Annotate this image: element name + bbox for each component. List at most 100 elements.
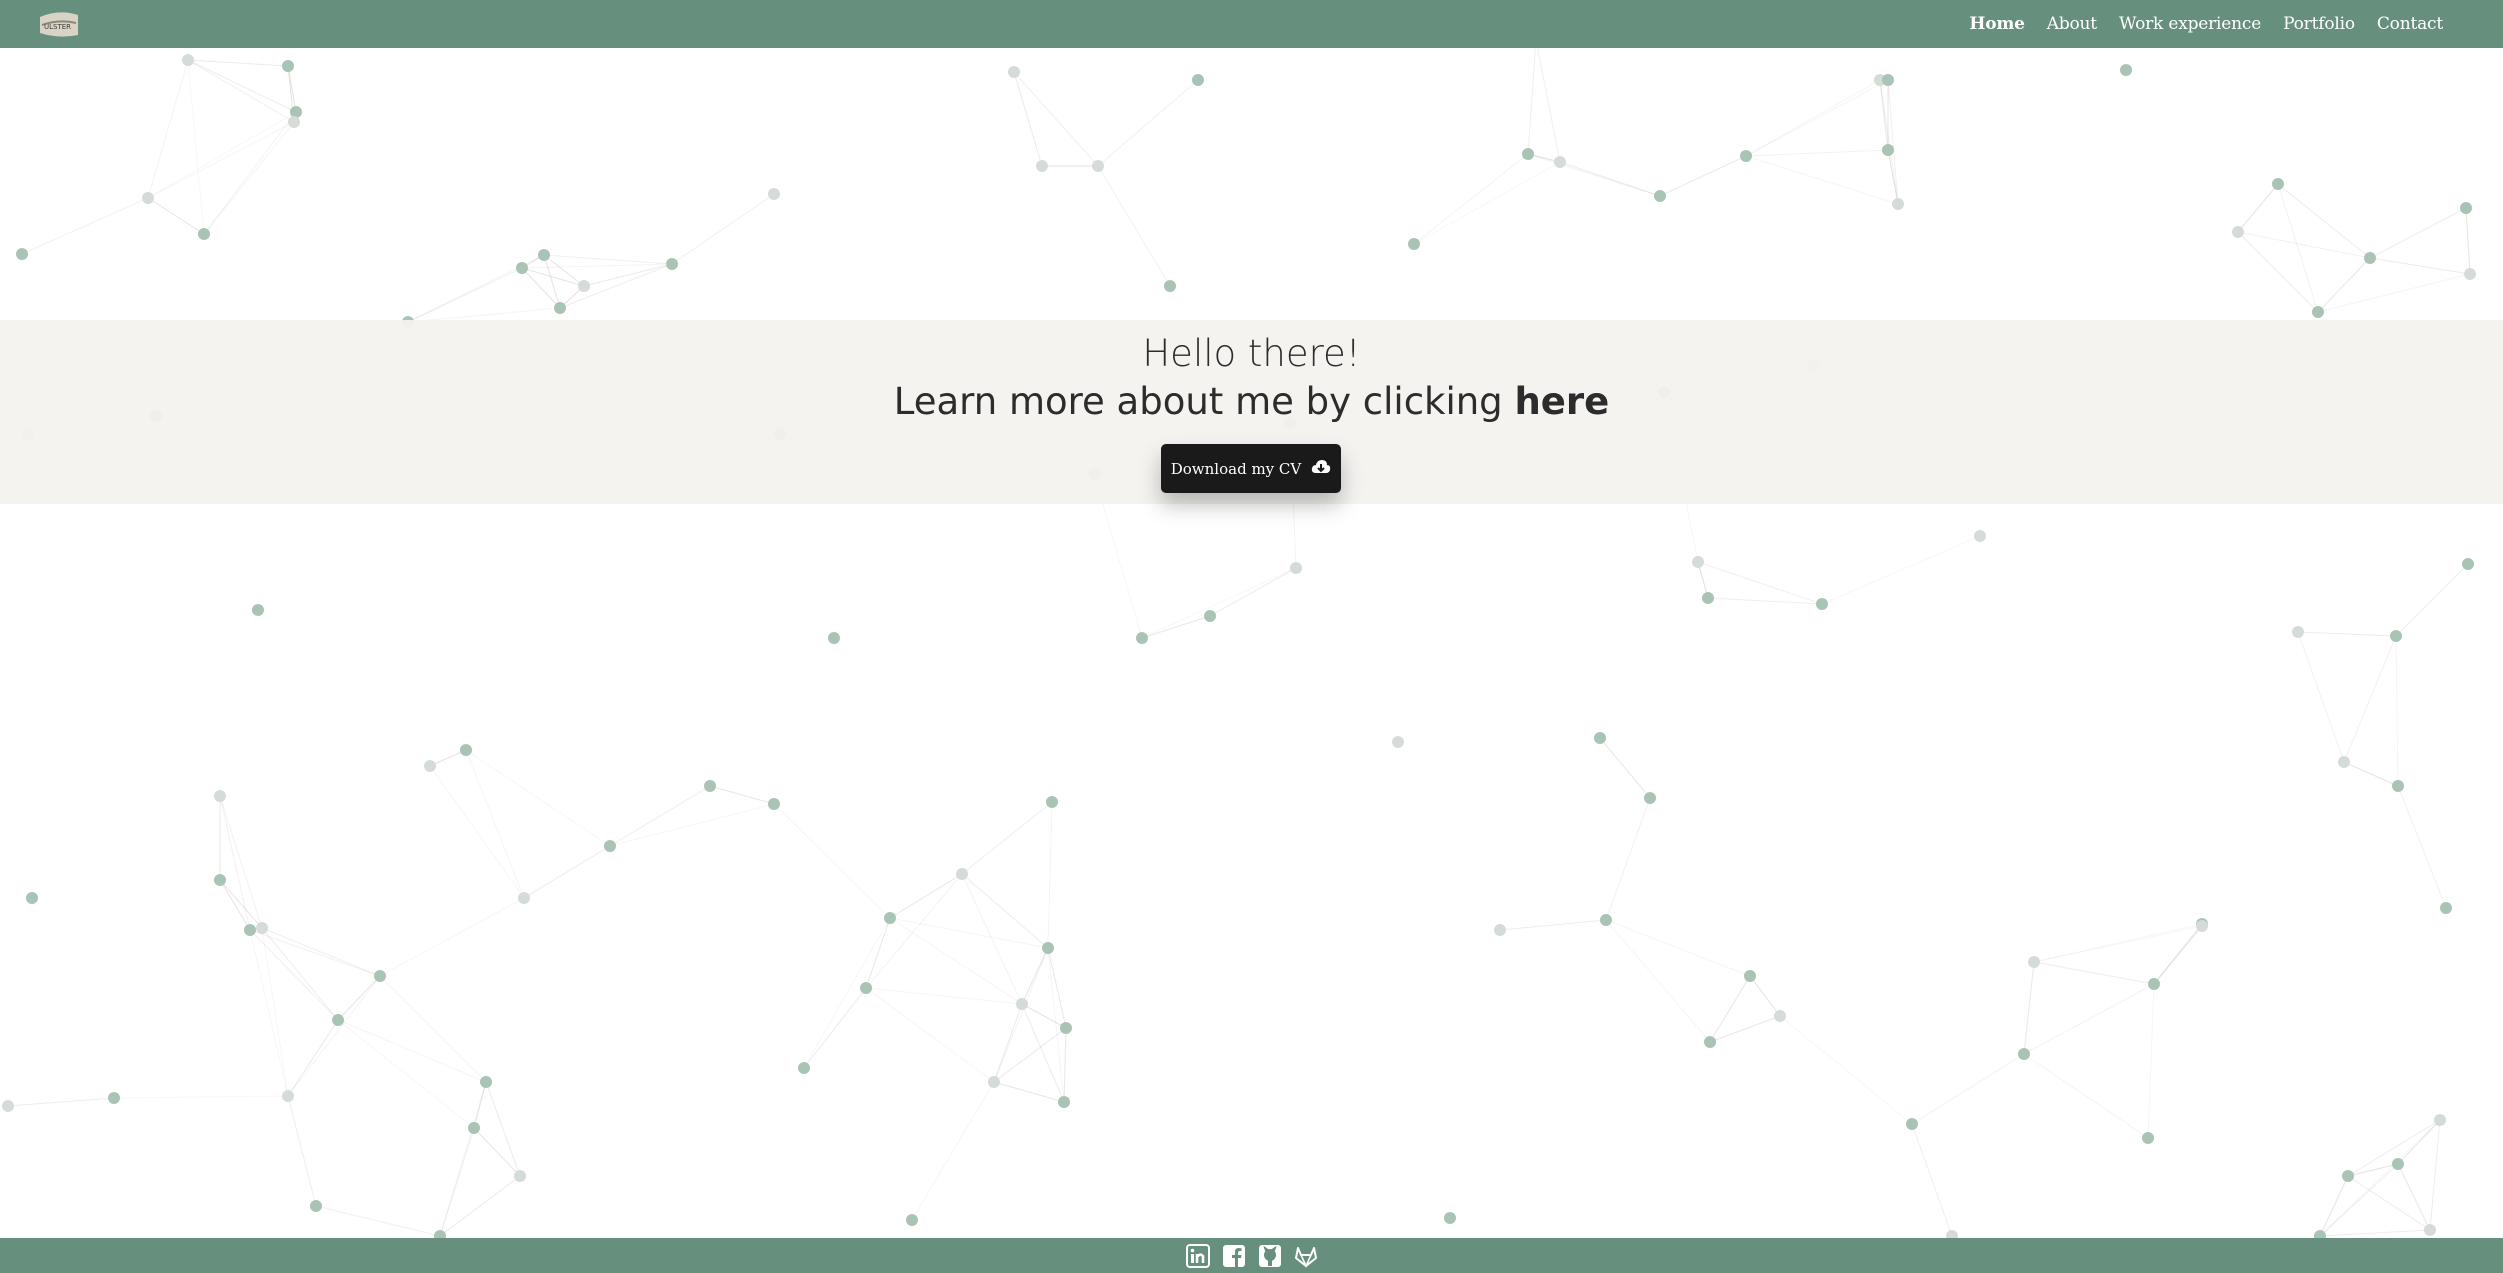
network-link <box>1779 1015 1913 1125</box>
network-link <box>485 1081 521 1177</box>
network-node <box>2028 956 2040 968</box>
network-node <box>182 54 194 66</box>
nav-link-work-experience[interactable]: Work experience <box>2119 14 2261 34</box>
linkedin-icon[interactable] <box>1185 1243 1210 1268</box>
network-node <box>26 892 38 904</box>
network-node <box>2392 1158 2404 1170</box>
network-link <box>203 111 297 235</box>
network-link <box>2347 1163 2399 1177</box>
network-link <box>21 197 149 255</box>
network-link <box>219 795 263 929</box>
network-link <box>865 873 963 989</box>
network-link <box>2277 183 2371 259</box>
network-link <box>2319 1119 2441 1237</box>
network-link <box>2297 631 2345 763</box>
network-link <box>249 929 289 1097</box>
download-cv-button[interactable]: Download my CV <box>1161 444 1341 493</box>
network-link <box>1021 1003 1065 1103</box>
network-node <box>1974 530 1986 542</box>
network-node <box>768 798 780 810</box>
network-link <box>2319 1175 2349 1237</box>
network-node <box>988 1076 1000 1088</box>
network-link <box>113 1095 289 1099</box>
network-link <box>147 197 205 235</box>
network-node <box>2292 626 2304 638</box>
network-link <box>1413 153 1529 245</box>
network-node <box>2440 902 2452 914</box>
ulster-logo-icon[interactable]: ULSTER <box>36 7 82 41</box>
nav-link-contact[interactable]: Contact <box>2377 14 2443 34</box>
network-node <box>1600 914 1612 926</box>
network-node <box>142 192 154 204</box>
network-link <box>219 879 263 929</box>
network-node <box>798 1062 810 1074</box>
network-link <box>287 1095 317 1207</box>
network-link <box>803 987 867 1069</box>
gitlab-icon[interactable] <box>1294 1244 1318 1268</box>
network-node <box>2364 252 2376 264</box>
network-node <box>956 868 968 880</box>
network-link <box>2237 183 2279 233</box>
network-node <box>1882 144 1894 156</box>
network-node <box>860 982 872 994</box>
network-node <box>1702 592 1714 604</box>
network-link <box>261 927 289 1097</box>
network-link <box>1527 39 1537 155</box>
network-link <box>1749 975 1781 1017</box>
network-node <box>704 780 716 792</box>
nav-link-portfolio[interactable]: Portfolio <box>2283 14 2355 34</box>
network-link <box>1499 919 1607 931</box>
network-link <box>609 803 775 847</box>
network-link <box>803 917 891 1069</box>
particle-network-background <box>2 34 2476 1242</box>
network-link <box>1013 71 1043 167</box>
network-node <box>1522 148 1534 160</box>
network-link <box>473 1127 521 1177</box>
network-link <box>2465 207 2471 275</box>
network-node <box>1906 1118 1918 1130</box>
network-link <box>147 59 189 199</box>
network-link <box>2319 1229 2431 1237</box>
network-link <box>7 1097 115 1107</box>
network-link <box>379 897 525 977</box>
nav-link-about[interactable]: About <box>2047 14 2097 34</box>
network-node <box>1644 792 1656 804</box>
network-node <box>1008 66 1020 78</box>
network-link <box>543 254 585 287</box>
network-link <box>337 1019 475 1129</box>
network-node <box>256 922 268 934</box>
network-link <box>889 873 963 919</box>
network-link <box>337 1019 487 1083</box>
network-node <box>828 632 840 644</box>
network-node <box>1046 796 1058 808</box>
github-icon[interactable] <box>1258 1244 1282 1268</box>
network-node <box>1816 598 1828 610</box>
learn-more-link[interactable]: here <box>1514 380 1609 423</box>
network-node <box>460 744 472 756</box>
network-link <box>993 1081 1065 1103</box>
network-node <box>244 924 256 936</box>
network-link <box>2023 1053 2149 1139</box>
network-link <box>1021 1003 1067 1029</box>
network-node <box>1016 998 1028 1010</box>
network-link <box>1047 801 1053 949</box>
network-node <box>424 760 436 772</box>
network-node <box>1704 1036 1716 1048</box>
network-node <box>2018 1048 2030 1060</box>
network-node <box>1392 736 1404 748</box>
network-node <box>16 248 28 260</box>
facebook-icon[interactable] <box>1222 1244 1246 1268</box>
nav-link-home[interactable]: Home <box>1969 14 2025 34</box>
network-node <box>2232 226 2244 238</box>
network-link <box>187 59 205 235</box>
network-link <box>2237 231 2371 259</box>
network-link <box>2397 1163 2431 1231</box>
top-navbar: ULSTER Home About Work experience Portfo… <box>0 0 2503 48</box>
network-link <box>147 121 295 199</box>
network-link <box>1013 71 1099 167</box>
network-link <box>911 1081 995 1221</box>
network-node <box>1192 74 1204 86</box>
network-node <box>2338 756 2350 768</box>
network-link <box>1063 1027 1067 1103</box>
network-link <box>2297 631 2397 637</box>
